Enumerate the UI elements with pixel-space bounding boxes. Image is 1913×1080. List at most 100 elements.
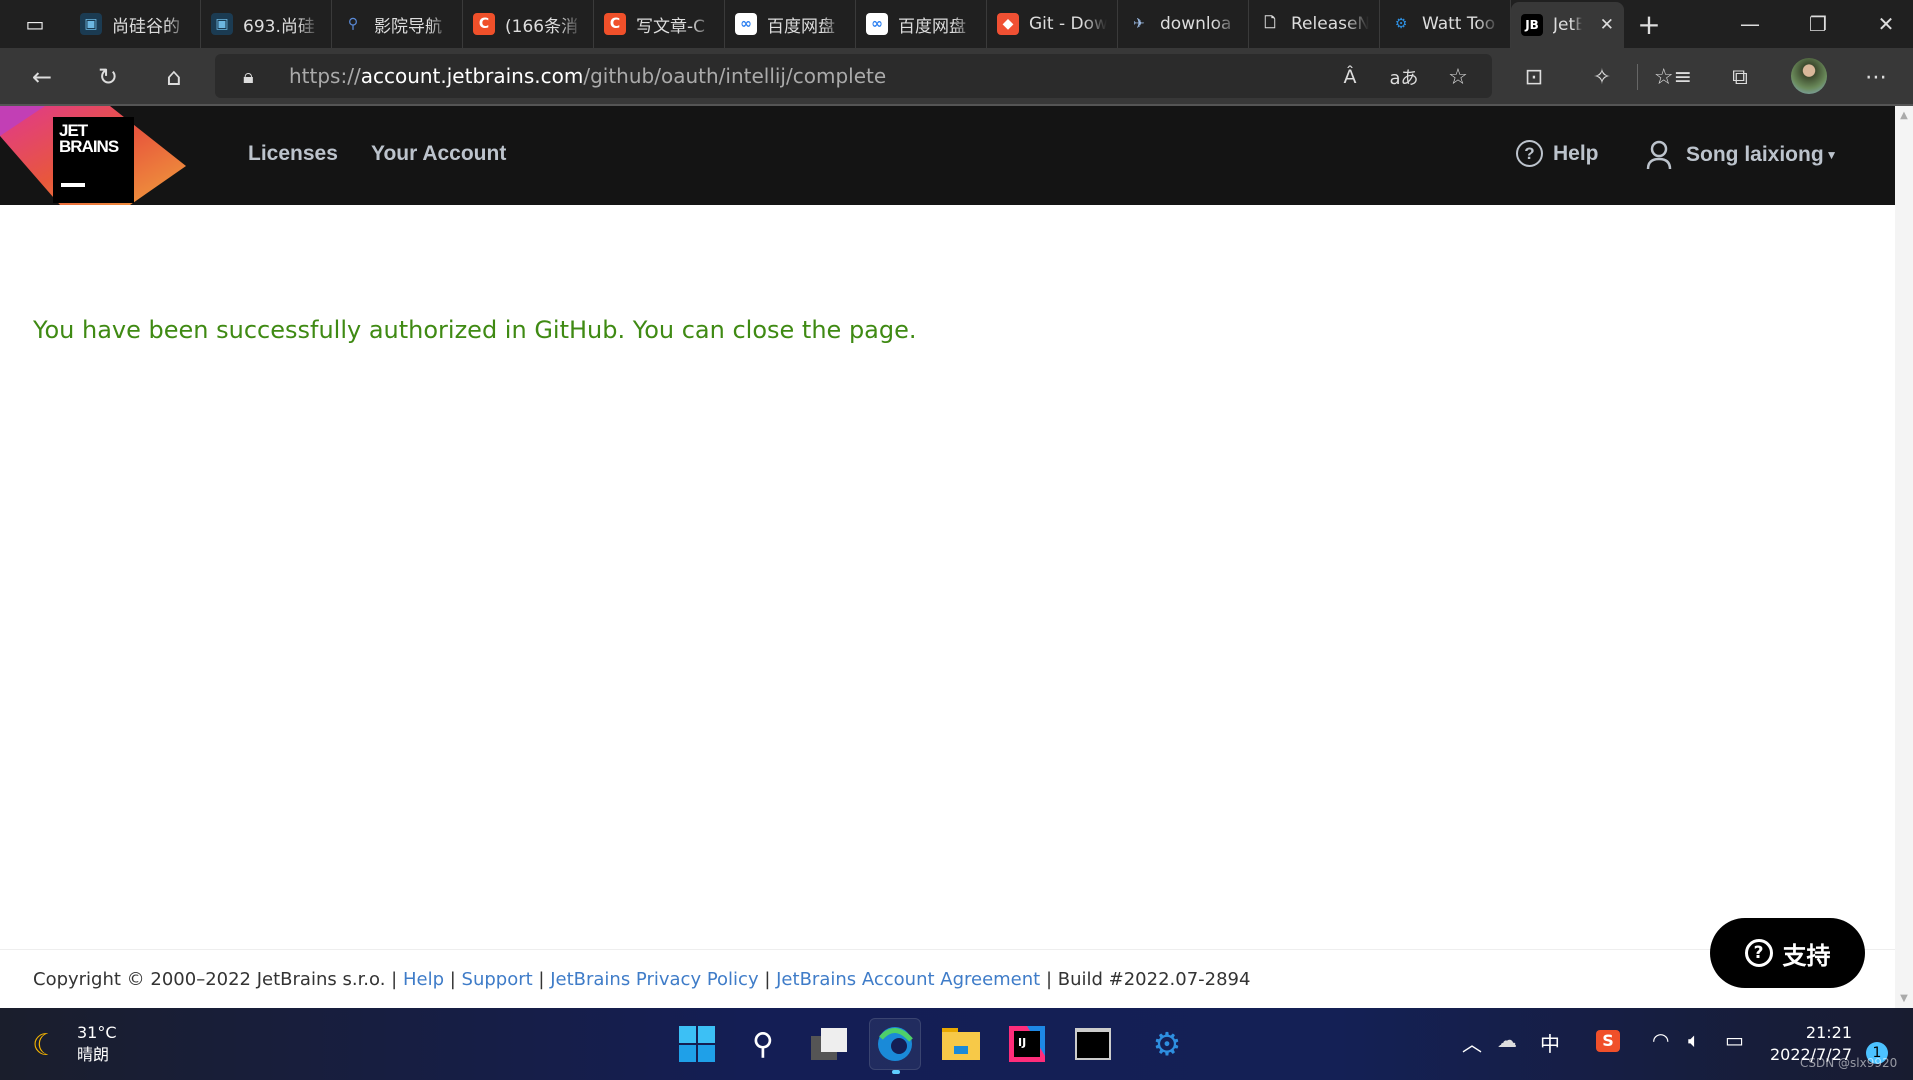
scrollbar[interactable]: ▲ ▼: [1895, 106, 1913, 1008]
bilibili-icon: ▣: [80, 13, 102, 35]
footer-privacy-link[interactable]: JetBrains Privacy Policy: [550, 969, 758, 990]
tab-label: 百度网盘: [898, 16, 966, 37]
task-view-icon[interactable]: [803, 1018, 855, 1070]
watermark: CSDN @slx9920: [1800, 1056, 1898, 1070]
onedrive-icon[interactable]: ☁: [1497, 1028, 1517, 1052]
reading-mode-icon[interactable]: ⊡: [1516, 58, 1552, 96]
extensions-icon[interactable]: ✧: [1584, 58, 1620, 96]
jetbrains-header: JET BRAINS Licenses Your Account ? Help …: [0, 106, 1895, 205]
footer-divider: [0, 949, 1895, 950]
tab-label: ReleaseN: [1291, 14, 1369, 34]
battery-charging-icon[interactable]: ▭: [1725, 1028, 1744, 1052]
browser-tab[interactable]: ⚙ Watt Too: [1380, 0, 1511, 48]
user-name: Song laixiong: [1686, 143, 1824, 166]
weather-widget[interactable]: 31°C 晴朗: [77, 1022, 117, 1066]
weather-temp: 31°C: [77, 1023, 117, 1042]
ime-indicator[interactable]: 中: [1540, 1028, 1560, 1057]
help-label: Help: [1553, 141, 1599, 165]
success-message: You have been successfully authorized in…: [33, 316, 917, 344]
csdn-icon: C: [473, 13, 495, 35]
wifi-icon[interactable]: ◠: [1652, 1028, 1669, 1052]
help-link[interactable]: ? Help: [1516, 140, 1599, 167]
weather-desc: 晴朗: [77, 1045, 110, 1064]
new-tab-button[interactable]: +: [1624, 8, 1674, 41]
close-tab-icon[interactable]: ✕: [1600, 15, 1614, 35]
tab-label: downloa: [1160, 14, 1232, 34]
logo-text: BRAINS: [59, 137, 119, 156]
more-options-icon[interactable]: ⋯: [1858, 58, 1894, 96]
footer-help-link[interactable]: Help: [403, 969, 444, 990]
chevron-down-icon: ▼: [1825, 148, 1838, 162]
browser-tab[interactable]: ✈ downloa: [1118, 0, 1249, 48]
build-number: Build #2022.07-2894: [1057, 969, 1251, 990]
active-app-indicator: [892, 1070, 900, 1074]
profile-avatar[interactable]: [1791, 58, 1827, 94]
start-button[interactable]: [671, 1018, 723, 1070]
jetbrains-icon: JB: [1521, 14, 1543, 36]
help-icon: ?: [1744, 939, 1773, 967]
collections-icon[interactable]: ⧉: [1722, 58, 1758, 96]
browser-tab[interactable]: 🗋 ReleaseN: [1249, 0, 1380, 48]
read-aloud-icon[interactable]: Â: [1332, 58, 1368, 96]
copyright: Copyright © 2000–2022 JetBrains s.r.o.: [33, 969, 386, 990]
browser-tab[interactable]: ▣ 尚硅谷的: [70, 0, 201, 48]
toolbar-divider: [1637, 64, 1638, 90]
tab-actions-icon[interactable]: ▭: [0, 0, 70, 48]
footer-agreement-link[interactable]: JetBrains Account Agreement: [776, 969, 1040, 990]
tab-label: 尚硅谷的: [112, 16, 180, 37]
nav-your-account[interactable]: Your Account: [371, 142, 506, 166]
nav-licenses[interactable]: Licenses: [248, 142, 338, 166]
search-icon: ⚲: [347, 16, 359, 32]
close-window-button[interactable]: ✕: [1856, 0, 1913, 48]
help-icon: ?: [1516, 140, 1543, 167]
weather-moon-icon[interactable]: ☾: [32, 1028, 59, 1063]
footer: Copyright © 2000–2022 JetBrains s.r.o. |…: [33, 969, 1251, 990]
scroll-down-icon[interactable]: ▼: [1895, 993, 1913, 1004]
browser-tab[interactable]: ∞ 百度网盘: [725, 0, 856, 48]
baidu-netdisk-icon: ∞: [866, 13, 888, 35]
back-button[interactable]: ←: [22, 58, 62, 96]
csdn-icon: C: [604, 13, 626, 35]
browser-tab[interactable]: ▣ 693.尚硅: [201, 0, 332, 48]
footer-support-link[interactable]: Support: [462, 969, 533, 990]
sogou-ime-icon[interactable]: S: [1596, 1030, 1620, 1052]
volume-muted-icon[interactable]: 🔈︎: [1688, 1028, 1700, 1052]
bilibili-icon: ▣: [211, 13, 233, 35]
browser-tab[interactable]: JB JetBr ✕: [1511, 2, 1624, 48]
tab-label: 影院导航: [374, 16, 442, 37]
favorites-icon[interactable]: ☆≡: [1654, 58, 1692, 96]
support-button[interactable]: ? 支持: [1710, 918, 1865, 988]
terminal-icon[interactable]: [1067, 1018, 1119, 1070]
page-icon: 🗋: [1264, 15, 1276, 31]
git-icon: ◆: [997, 13, 1019, 35]
browser-tab[interactable]: ⚲ 影院导航: [332, 0, 463, 48]
tab-label: Watt Too: [1422, 14, 1496, 34]
browser-tab[interactable]: C 写文章-C: [594, 0, 725, 48]
time: 21:21: [1805, 1023, 1852, 1042]
browser-tab[interactable]: C (166条消: [463, 0, 594, 48]
url-domain: account.jetbrains.com: [360, 64, 584, 88]
browser-tab[interactable]: ∞ 百度网盘: [856, 0, 987, 48]
tab-label: (166条消: [505, 16, 579, 37]
jetbrains-logo[interactable]: JET BRAINS: [0, 106, 190, 205]
minimize-button[interactable]: —: [1720, 0, 1780, 48]
show-hidden-icons[interactable]: ︿: [1462, 1028, 1482, 1057]
user-icon: [1646, 140, 1672, 170]
file-explorer-icon[interactable]: [935, 1018, 987, 1070]
home-button[interactable]: ⌂: [154, 58, 194, 96]
user-menu[interactable]: Song laixiong ▼: [1646, 140, 1838, 170]
address-bar[interactable]: 🔒︎ https://account.jetbrains.com/github/…: [215, 54, 1492, 98]
tab-label: JetBr: [1553, 15, 1582, 35]
edge-icon[interactable]: [869, 1018, 921, 1070]
add-favorite-icon[interactable]: ☆: [1440, 58, 1476, 96]
lock-icon[interactable]: 🔒︎: [243, 54, 254, 98]
translate-icon[interactable]: aあ: [1386, 58, 1422, 96]
intellij-idea-icon[interactable]: IJ: [1001, 1018, 1053, 1070]
scroll-up-icon[interactable]: ▲: [1895, 110, 1913, 121]
refresh-button[interactable]: ↻: [88, 58, 128, 96]
browser-tab[interactable]: ◆ Git - Dow: [987, 0, 1118, 48]
support-label: 支持: [1782, 941, 1831, 970]
search-icon[interactable]: ⚲: [737, 1018, 789, 1070]
watt-toolkit-icon[interactable]: ⚙: [1141, 1018, 1193, 1070]
maximize-button[interactable]: ❐: [1788, 0, 1848, 48]
